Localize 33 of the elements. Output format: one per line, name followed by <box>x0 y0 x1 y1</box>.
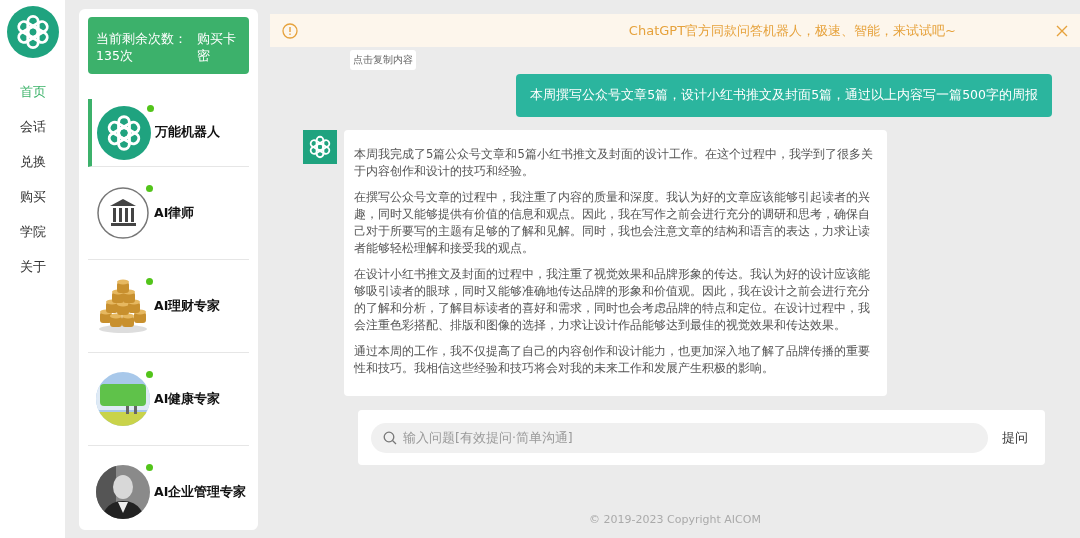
bot-item[interactable]: AI律师 <box>88 167 249 260</box>
remaining-count: 当前剩余次数：135次 <box>96 30 188 64</box>
reply-paragraph: 通过本周的工作，我不仅提高了自己的内容创作和设计能力，也更加深入地了解了品牌传播的重要性和技巧。我相信这些经验和技巧将会对我的未来工作和发展产生积极的影响。 <box>354 343 871 377</box>
question-field[interactable]: 输入问题[有效提问·简单沟通] <box>371 422 988 453</box>
copyright: © 2019-2023 Copyright AICOM <box>588 513 762 526</box>
logo-icon <box>97 105 151 160</box>
reply-paragraph: 本周我完成了5篇公众号文章和5篇小红书推文及封面的设计工作。在这个过程中，我学到了很多关于内容创作和设计的技巧和经验。 <box>354 146 874 180</box>
warning-icon <box>282 22 298 39</box>
search-icon <box>383 430 397 445</box>
close-icon[interactable] <box>1056 24 1068 37</box>
notice-text: ChatGPT官方同款问答机器人，极速、智能，来试试吧~ <box>627 21 957 40</box>
bot-name: AI律师 <box>154 204 195 222</box>
bot-item[interactable]: AI企业管理专家 <box>88 446 249 530</box>
bot-name: AI企业管理专家 <box>154 483 247 501</box>
ask-button[interactable]: 提问 <box>998 424 1032 451</box>
reply-paragraph: 在撰写公众号文章的过程中，我注重了内容的质量和深度。我认为好的文章应该能够引起读者的兴趣，同时又能够提供有价值的信息和观点。因此，我在写作之前会进行充分的调研和思考，确保自己对于所要写的主题有足够的了解和见解。同时，我也会注意文章的结构和语言的表达，力求让读者能够轻松理解和接受我的观点。 <box>354 189 871 257</box>
nav-item[interactable]: 兑换 <box>19 152 46 171</box>
nav-item[interactable]: 购买 <box>19 187 46 206</box>
copy-button[interactable]: 点击复制内容 <box>350 50 416 70</box>
bot-item[interactable]: AI健康专家 <box>88 353 249 446</box>
bot-name: AI健康专家 <box>154 390 221 408</box>
nav-item[interactable]: 会话 <box>19 117 46 136</box>
user-message: 本周撰写公众号文章5篇，设计小红书推文及封面5篇，通过以上内容写一篇500字的周报 <box>516 74 1052 117</box>
bot-name: 万能机器人 <box>155 124 220 141</box>
reply-paragraph: 在设计小红书推文及封面的过程中，我注重了视觉效果和品牌形象的传达。我认为好的设计应该能够吸引读者的眼球，同时又能够准确地传达品牌的形象和价值观。因此，我在设计之前会进行充分的了解和分析，了解目标读者的喜好和需求，同时也会考虑品牌的特点和定位。在设计过程中，我会注重色彩搭配、排版和图像的选择，力求让设计作品能够达到最佳的视觉效果和传达效果。 <box>354 266 871 334</box>
bot-item[interactable]: 万能机器人 <box>88 99 249 167</box>
bot-item[interactable]: AI理财专家 <box>88 260 249 353</box>
bot-avatar-icon <box>303 130 337 164</box>
courthouse-icon <box>96 186 150 240</box>
logo-icon <box>6 6 59 58</box>
nav-item[interactable]: 学院 <box>19 222 46 241</box>
nav-item[interactable]: 关于 <box>19 257 46 276</box>
bot-name: AI理财专家 <box>154 297 221 315</box>
